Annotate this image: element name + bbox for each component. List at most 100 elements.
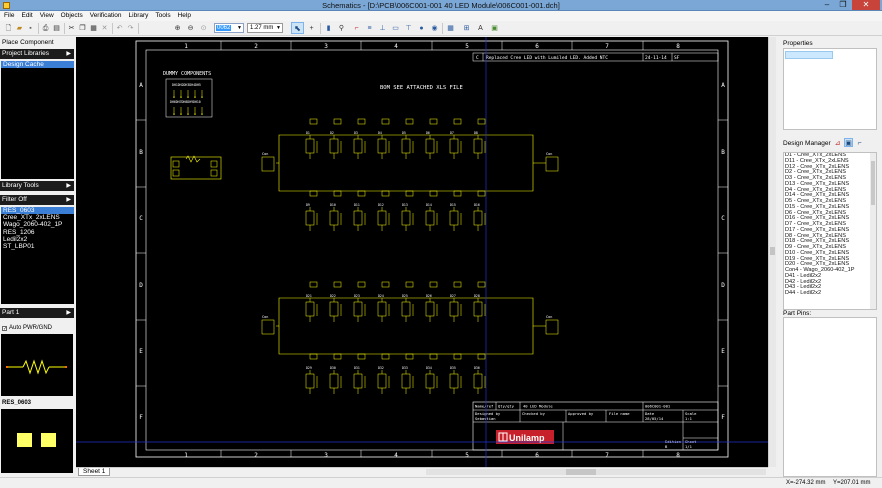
menu-tools[interactable]: Tools	[151, 11, 173, 19]
list-item[interactable]: RES_0603	[1, 207, 74, 215]
filter-dropdown[interactable]: Filter Off ▶	[0, 195, 74, 205]
list-item[interactable]: D44 - Ledil2x2	[784, 290, 876, 297]
net-view-icon[interactable]: ⌐	[855, 139, 864, 148]
list-item[interactable]: ST_LBP01	[1, 243, 74, 250]
list-item[interactable]: RES_1206	[1, 229, 74, 236]
zoom-fit-icon[interactable]: ⊙	[199, 24, 208, 33]
close-button[interactable]: ✕	[852, 0, 880, 10]
port-icon[interactable]: ▭	[391, 24, 400, 33]
led-body	[401, 210, 411, 226]
led-package-box	[381, 353, 390, 360]
led-package-box	[477, 281, 486, 288]
maximize-button[interactable]: ❐	[836, 0, 850, 10]
schematic-drawing[interactable]: 1 2 3 4 5 6 7 8 1 2 3 4 5 6 7 8 A B C D E F A B C D E F C Replac…	[76, 37, 768, 467]
properties-grid[interactable]	[783, 48, 877, 130]
zoom-in-icon[interactable]: ⊕	[173, 24, 182, 33]
chevron-right-icon: ▶	[66, 51, 71, 57]
menu-help[interactable]: Help	[174, 11, 194, 19]
grid-size-select[interactable]: 1.27 mm ▼	[247, 23, 283, 33]
text-icon[interactable]: A	[476, 24, 485, 33]
annotate-icon[interactable]: ⊞	[462, 24, 471, 33]
print-preview-icon[interactable]: ▤	[52, 24, 61, 33]
tab-sheet-1[interactable]: Sheet 1	[78, 468, 111, 476]
paste-icon[interactable]: ▦	[89, 24, 98, 33]
list-item[interactable]: Wago_2060-402_1P	[1, 221, 74, 228]
net-label-icon[interactable]: ⊥	[378, 24, 387, 33]
led-package-box	[477, 190, 486, 197]
column-label: 4	[394, 452, 398, 459]
bom-note: BOM SEE ATTACHED XLS FILE	[380, 85, 463, 91]
place-component-icon[interactable]: ▮	[324, 24, 333, 33]
part-pins-list[interactable]	[783, 317, 877, 477]
bus-icon[interactable]: ≡	[365, 24, 374, 33]
canvas-vertical-scrollbar[interactable]	[768, 37, 776, 467]
menu-file[interactable]: File	[0, 11, 17, 19]
component-filter-icon[interactable]: ⊿	[833, 139, 842, 148]
select-pointer-button[interactable]: ⬉	[291, 22, 304, 34]
auto-pwr-gnd-checkbox[interactable]: ✓ Auto PWR/GND	[2, 324, 52, 332]
list-item[interactable]: Ledil2x2	[1, 236, 74, 243]
led-package-box	[405, 353, 414, 360]
led-body	[329, 373, 339, 389]
grid-icon[interactable]: ▦	[446, 24, 455, 33]
project-libraries-dropdown[interactable]: Project Libraries ▶	[0, 49, 74, 59]
undo-icon[interactable]: ↶	[115, 24, 124, 33]
column-label: 7	[605, 452, 609, 459]
delete-icon[interactable]: ✕	[100, 24, 109, 33]
design-manager-scrollbar[interactable]	[870, 153, 876, 309]
design-manager-list[interactable]: D1 - Cree_XTx_2xLENS D11 - Cree_XTx_2xLEN…	[783, 152, 877, 310]
menu-edit[interactable]: Edit	[17, 11, 35, 19]
schematic-canvas[interactable]: 1 2 3 4 5 6 7 8 1 2 3 4 5 6 7 8 A B C D E F A B C D E F C Replac…	[76, 37, 768, 467]
led-body	[473, 138, 483, 154]
dummy-pin-end	[201, 96, 203, 98]
tb-edition: B	[665, 444, 668, 449]
library-tools-dropdown[interactable]: Library Tools ▶	[0, 181, 74, 191]
chevron-down-icon: ▼	[237, 25, 242, 31]
canvas-bottom-bar: Sheet 1	[76, 467, 768, 476]
sheet-inner-border	[145, 49, 719, 451]
zoom-field[interactable]: 0062 ▼	[214, 23, 244, 33]
symbol-icon[interactable]: ◉	[430, 24, 439, 33]
canvas-horizontal-scrollbar[interactable]	[426, 469, 766, 475]
led-package-box	[309, 353, 318, 360]
menu-objects[interactable]: Objects	[57, 11, 86, 19]
menu-verification[interactable]: Verification	[86, 11, 125, 19]
junction-icon[interactable]: ●	[417, 24, 426, 33]
part-selector-dropdown[interactable]: Part 1 ▶	[0, 308, 74, 318]
component-view-icon[interactable]: ▣	[844, 138, 853, 147]
find-icon[interactable]: ⚲	[337, 24, 346, 33]
list-item[interactable]: Cree_XTx_2xLENS	[1, 214, 74, 221]
column-label: 8	[676, 43, 680, 50]
properties-selected-row[interactable]	[785, 51, 833, 59]
menu-library[interactable]: Library	[125, 11, 152, 19]
scroll-thumb[interactable]	[871, 161, 875, 205]
power-icon[interactable]: ⊤	[404, 24, 413, 33]
library-list[interactable]: Design Cache	[1, 61, 74, 179]
cut-icon[interactable]: ✂	[67, 24, 76, 33]
zoom-out-icon[interactable]: ⊖	[186, 24, 195, 33]
scroll-thumb[interactable]	[770, 247, 775, 255]
minimize-button[interactable]: –	[820, 0, 834, 10]
open-folder-icon[interactable]: ▰	[15, 24, 24, 33]
image-icon[interactable]: ▣	[490, 24, 499, 33]
led-body	[473, 210, 483, 226]
led-designator: D3	[354, 131, 358, 135]
led-package-box	[309, 118, 318, 125]
row-label: B	[721, 149, 725, 156]
save-icon[interactable]: ▪	[26, 24, 35, 33]
component-list[interactable]: RES_0603 Cree_XTx_2xLENS Wago_2060-402_1…	[1, 207, 74, 304]
led-package-box	[333, 190, 342, 197]
print-icon[interactable]: ⎙	[41, 24, 50, 33]
checkbox-icon[interactable]: ✓	[2, 326, 7, 332]
revision-initials: SF	[674, 55, 680, 61]
list-item-design-cache[interactable]: Design Cache	[1, 61, 74, 69]
new-file-icon[interactable]: 🗋	[4, 24, 13, 33]
scroll-thumb[interactable]	[566, 469, 596, 475]
crosshair-icon[interactable]: +	[307, 24, 316, 33]
copy-icon[interactable]: ❐	[78, 24, 87, 33]
row-label: C	[139, 215, 143, 222]
menu-view[interactable]: View	[36, 11, 57, 19]
led-package-box	[477, 353, 486, 360]
redo-icon[interactable]: ↷	[126, 24, 135, 33]
wire-icon[interactable]: ⌐	[352, 24, 361, 33]
